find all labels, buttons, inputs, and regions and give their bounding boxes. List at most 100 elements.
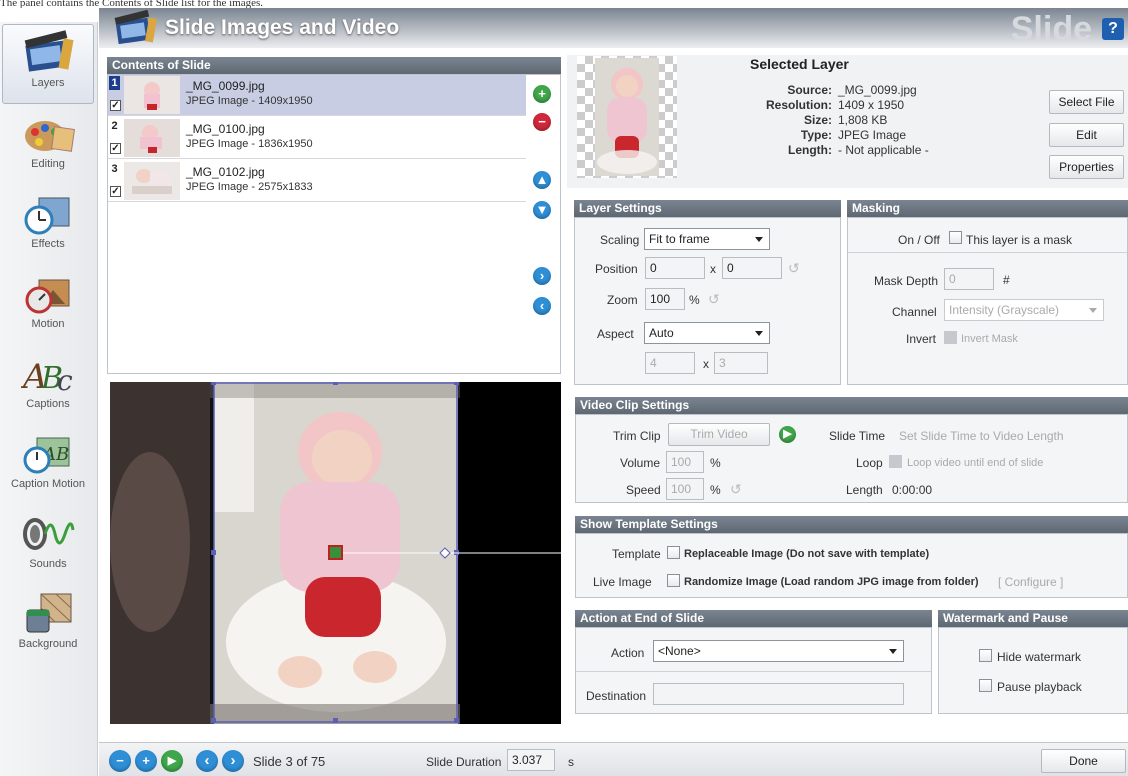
move-down-icon[interactable]: ▼ xyxy=(533,201,551,219)
slide-time-link[interactable]: Set Slide Time to Video Length xyxy=(899,429,1064,443)
length-value: - Not applicable - xyxy=(838,143,929,157)
invert-checkbox[interactable] xyxy=(944,331,957,344)
list-item[interactable]: 1 ✓ _MG_0099.jpg JPEG Image - 1409x1950 xyxy=(108,75,526,116)
sidebar-item-caption-motion[interactable]: AB Caption Motion xyxy=(2,426,94,506)
zoom-out-icon[interactable]: − xyxy=(109,750,131,772)
watermark-header: Watermark and Pause xyxy=(938,610,1128,627)
x-separator: x xyxy=(703,357,709,371)
thumbnail xyxy=(124,76,180,114)
row-checkbox[interactable]: ✓ xyxy=(110,100,121,111)
sidebar-item-label: Sounds xyxy=(29,558,67,570)
action-header: Action at End of Slide xyxy=(575,610,932,627)
mask-depth-label: Mask Depth xyxy=(874,274,939,288)
sidebar-item-effects[interactable]: Effects xyxy=(2,186,94,266)
row-filetype: JPEG Image - 2575x1833 xyxy=(186,181,313,193)
sound-wave-icon xyxy=(23,518,75,550)
divider xyxy=(848,252,1127,253)
zoom-input[interactable]: 100 xyxy=(645,288,685,310)
chevron-down-icon xyxy=(889,649,897,654)
scaling-select[interactable]: Fit to frame xyxy=(644,228,770,250)
chevron-down-icon xyxy=(755,331,763,336)
size-label: Size: xyxy=(803,113,832,127)
trim-video-button[interactable]: Trim Video xyxy=(668,423,770,446)
row-checkbox[interactable]: ✓ xyxy=(110,143,121,154)
sidebar-item-background[interactable]: Background xyxy=(2,586,94,666)
arrow-left-icon[interactable]: ‹ xyxy=(533,297,551,315)
row-number: 3 xyxy=(111,163,118,175)
next-slide-icon[interactable]: › xyxy=(222,750,244,772)
slide-duration-input[interactable]: 3.037 xyxy=(507,749,555,771)
action-select[interactable]: <None> xyxy=(653,640,904,662)
move-up-icon[interactable]: ▲ xyxy=(533,171,551,189)
onoff-label: On / Off xyxy=(898,233,940,247)
add-layer-icon[interactable]: + xyxy=(533,85,551,103)
hash-label: # xyxy=(1003,273,1010,287)
list-item[interactable]: 3 ✓ _MG_0102.jpg JPEG Image - 2575x1833 xyxy=(108,161,526,202)
sidebar-item-layers[interactable]: Layers xyxy=(2,24,94,104)
header: Slide Images and Video Slide ? xyxy=(99,8,1128,48)
resolution-value: 1409 x 1950 xyxy=(838,98,905,112)
reset-icon[interactable]: ↺ xyxy=(708,292,722,306)
help-button[interactable]: ? xyxy=(1102,18,1124,40)
header-watermark: Slide xyxy=(1010,10,1092,48)
play-icon[interactable]: ▶ xyxy=(779,426,796,443)
channel-select[interactable]: Intensity (Grayscale) xyxy=(944,299,1104,321)
destination-input[interactable] xyxy=(653,683,904,705)
layer-settings-header: Layer Settings xyxy=(574,200,841,217)
sidebar-item-label: Editing xyxy=(31,158,65,170)
volume-input[interactable]: 100 xyxy=(666,451,704,473)
row-filetype: JPEG Image - 1409x1950 xyxy=(186,95,313,107)
pause-playback-checkbox[interactable] xyxy=(979,679,992,692)
scaling-label: Scaling xyxy=(600,233,640,247)
watermark-panel xyxy=(938,627,1128,714)
aspect-height-input[interactable]: 3 xyxy=(714,352,768,374)
film-clapper-icon xyxy=(114,10,158,45)
sidebar-item-motion[interactable]: Motion xyxy=(2,266,94,346)
hide-watermark-checkbox[interactable] xyxy=(979,649,992,662)
aspect-width-input[interactable]: 4 xyxy=(645,352,695,374)
zoom-in-icon[interactable]: + xyxy=(135,750,157,772)
source-value: _MG_0099.jpg xyxy=(838,83,917,97)
speed-input[interactable]: 100 xyxy=(666,478,704,500)
sidebar-item-editing[interactable]: Editing xyxy=(2,106,94,186)
reset-icon[interactable]: ↺ xyxy=(730,482,744,496)
sidebar-item-sounds[interactable]: Sounds xyxy=(2,506,94,586)
mask-depth-input[interactable]: 0 xyxy=(944,268,994,290)
arrow-right-icon[interactable]: › xyxy=(533,267,551,285)
sidebar-item-label: Effects xyxy=(31,238,65,250)
mask-checkbox[interactable] xyxy=(949,231,962,244)
aspect-select[interactable]: Auto xyxy=(644,322,770,344)
row-checkbox[interactable]: ✓ xyxy=(110,186,121,197)
edit-button[interactable]: Edit xyxy=(1049,123,1124,147)
sidebar: Layers Editing Effects Motion A B c Capt… xyxy=(0,22,98,776)
row-filename: _MG_0099.jpg xyxy=(186,79,265,93)
zoom-label: Zoom xyxy=(607,293,638,307)
remove-layer-icon[interactable]: − xyxy=(533,113,551,131)
select-file-button[interactable]: Select File xyxy=(1049,90,1124,114)
play-icon[interactable]: ▶ xyxy=(161,750,183,772)
list-item[interactable]: 2 ✓ _MG_0100.jpg JPEG Image - 1836x1950 xyxy=(108,118,526,159)
position-x-input[interactable]: 0 xyxy=(645,257,705,279)
done-button[interactable]: Done xyxy=(1041,749,1126,773)
live-image-checkbox-label: Randomize Image (Load random JPG image f… xyxy=(684,576,979,588)
configure-link[interactable]: [ Configure ] xyxy=(998,575,1063,589)
properties-button[interactable]: Properties xyxy=(1049,155,1124,179)
live-image-checkbox[interactable] xyxy=(667,574,680,587)
preview-canvas[interactable] xyxy=(110,382,561,724)
video-settings-header: Video Clip Settings xyxy=(575,397,1128,414)
aspect-value: Auto xyxy=(649,326,674,340)
sidebar-item-label: Layers xyxy=(31,77,65,89)
sidebar-item-captions[interactable]: A B c Captions xyxy=(2,346,94,426)
slide-time-label: Slide Time xyxy=(829,429,886,443)
previous-slide-icon[interactable]: ‹ xyxy=(196,750,218,772)
contents-list: 1 ✓ _MG_0099.jpg JPEG Image - 1409x1950 … xyxy=(107,74,561,374)
template-settings-header: Show Template Settings xyxy=(575,516,1128,533)
position-y-input[interactable]: 0 xyxy=(722,257,782,279)
row-filetype: JPEG Image - 1836x1950 xyxy=(186,138,313,150)
template-checkbox[interactable] xyxy=(667,546,680,559)
pause-playback-label: Pause playback xyxy=(997,680,1082,694)
reset-icon[interactable]: ↺ xyxy=(788,261,802,275)
chevron-down-icon xyxy=(755,237,763,242)
loop-checkbox[interactable] xyxy=(889,455,902,468)
row-filename: _MG_0102.jpg xyxy=(186,165,265,179)
